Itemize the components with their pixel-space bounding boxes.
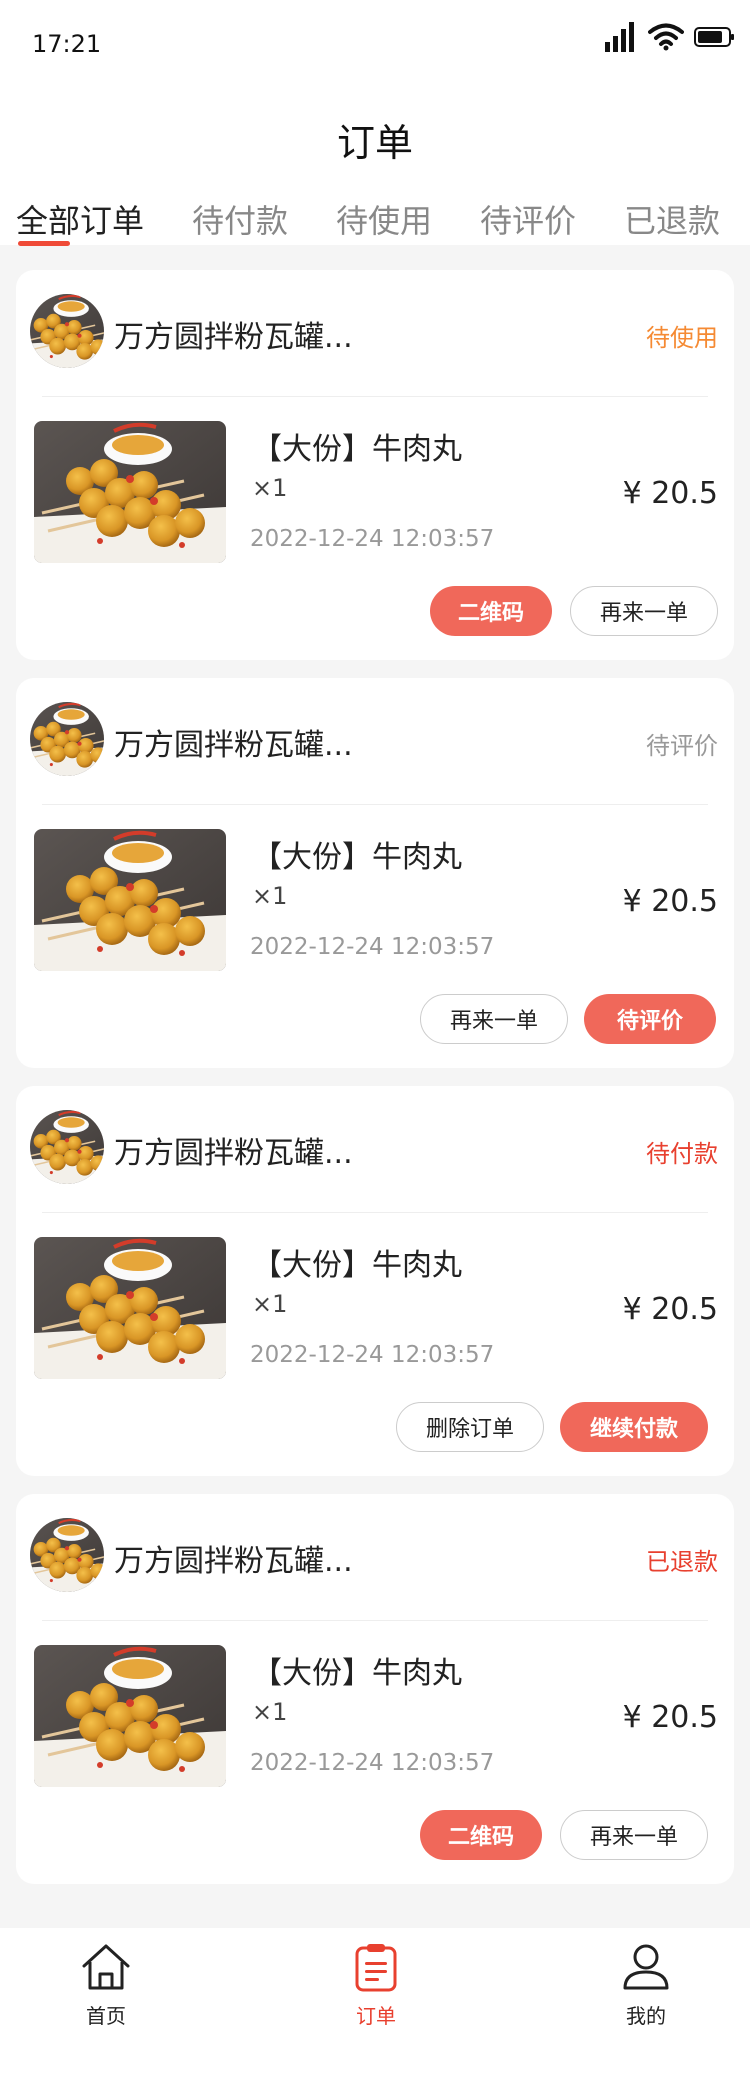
divider	[42, 1620, 708, 1621]
tab-refunded[interactable]: 已退款	[624, 196, 720, 242]
header: 订单 全部订单 待付款 待使用 待评价 已退款	[0, 90, 750, 246]
product-quantity: ×1	[252, 474, 288, 502]
product-image[interactable]	[34, 1237, 226, 1379]
divider	[42, 396, 708, 397]
status-bar: 17:21	[0, 0, 750, 90]
order-status: 待评价	[646, 732, 718, 760]
order-card[interactable]: 万方圆拌粉瓦罐... 待付款 【大份】牛肉丸 ×1 ¥ 20.5 2022-12…	[16, 1086, 734, 1476]
order-date: 2022-12-24 12:03:57	[250, 934, 495, 960]
tab-pending-payment[interactable]: 待付款	[192, 196, 288, 242]
order-date: 2022-12-24 12:03:57	[250, 1750, 495, 1776]
shop-avatar	[30, 1110, 104, 1184]
order-card[interactable]: 万方圆拌粉瓦罐... 已退款 【大份】牛肉丸 ×1 ¥ 20.5 2022-12…	[16, 1494, 734, 1884]
clipboard-icon	[355, 1944, 397, 1992]
qr-code-button[interactable]: 二维码	[420, 1810, 542, 1860]
divider	[42, 1212, 708, 1213]
order-status: 待使用	[646, 324, 718, 352]
reorder-button[interactable]: 再来一单	[570, 586, 718, 636]
home-icon	[82, 1944, 130, 1990]
order-date: 2022-12-24 12:03:57	[250, 1342, 495, 1368]
tab-pending-use[interactable]: 待使用	[336, 196, 432, 242]
qr-code-button[interactable]: 二维码	[430, 586, 552, 636]
tab-pending-review[interactable]: 待评价	[480, 196, 576, 242]
product-name: 【大份】牛肉丸	[252, 1248, 462, 1283]
page-title: 订单	[336, 121, 413, 165]
bottom-nav: 首页 订单 我的	[0, 1928, 750, 2098]
order-card[interactable]: 万方圆拌粉瓦罐... 待使用 【大份】牛肉丸 ×1 ¥ 20.5 2022-12…	[16, 270, 734, 660]
battery-icon	[694, 27, 734, 47]
product-quantity: ×1	[252, 882, 288, 910]
product-name: 【大份】牛肉丸	[252, 840, 462, 875]
product-image[interactable]	[34, 829, 226, 971]
tab-all-orders[interactable]: 全部订单	[16, 196, 144, 242]
product-image[interactable]	[34, 1645, 226, 1787]
shop-name[interactable]: 万方圆拌粉瓦罐...	[114, 720, 353, 764]
reorder-button[interactable]: 再来一单	[560, 1810, 708, 1860]
nav-home[interactable]: 首页	[46, 1942, 166, 2029]
reorder-button[interactable]: 再来一单	[420, 994, 568, 1044]
product-name: 【大份】牛肉丸	[252, 1656, 462, 1691]
nav-profile-label: 我的	[626, 2004, 666, 2028]
divider	[42, 804, 708, 805]
nav-profile[interactable]: 我的	[586, 1942, 706, 2029]
shop-avatar	[30, 294, 104, 368]
delete-order-button[interactable]: 删除订单	[396, 1402, 544, 1452]
nav-home-label: 首页	[86, 2004, 126, 2028]
product-image[interactable]	[34, 421, 226, 563]
order-card[interactable]: 万方圆拌粉瓦罐... 待评价 【大份】牛肉丸 ×1 ¥ 20.5 2022-12…	[16, 678, 734, 1068]
order-status: 已退款	[646, 1548, 718, 1576]
continue-payment-button[interactable]: 继续付款	[560, 1402, 708, 1452]
shop-name[interactable]: 万方圆拌粉瓦罐...	[114, 312, 353, 356]
nav-orders-label: 订单	[356, 2004, 396, 2028]
nav-orders[interactable]: 订单	[316, 1942, 436, 2029]
user-icon	[623, 1944, 669, 1990]
product-name: 【大份】牛肉丸	[252, 432, 462, 467]
status-time: 17:21	[32, 30, 102, 58]
shop-name[interactable]: 万方圆拌粉瓦罐...	[114, 1536, 353, 1580]
product-quantity: ×1	[252, 1290, 288, 1318]
product-price: ¥ 20.5	[622, 476, 718, 511]
product-price: ¥ 20.5	[622, 884, 718, 919]
order-status: 待付款	[646, 1140, 718, 1168]
shop-avatar	[30, 1518, 104, 1592]
review-button[interactable]: 待评价	[584, 994, 716, 1044]
wifi-icon	[648, 23, 684, 51]
order-tabs: 全部订单 待付款 待使用 待评价 已退款	[0, 196, 750, 240]
shop-name[interactable]: 万方圆拌粉瓦罐...	[114, 1128, 353, 1172]
active-tab-indicator	[18, 241, 70, 246]
product-price: ¥ 20.5	[622, 1700, 718, 1735]
signal-icon	[605, 22, 634, 52]
product-quantity: ×1	[252, 1698, 288, 1726]
order-date: 2022-12-24 12:03:57	[250, 526, 495, 552]
shop-avatar	[30, 702, 104, 776]
product-price: ¥ 20.5	[622, 1292, 718, 1327]
